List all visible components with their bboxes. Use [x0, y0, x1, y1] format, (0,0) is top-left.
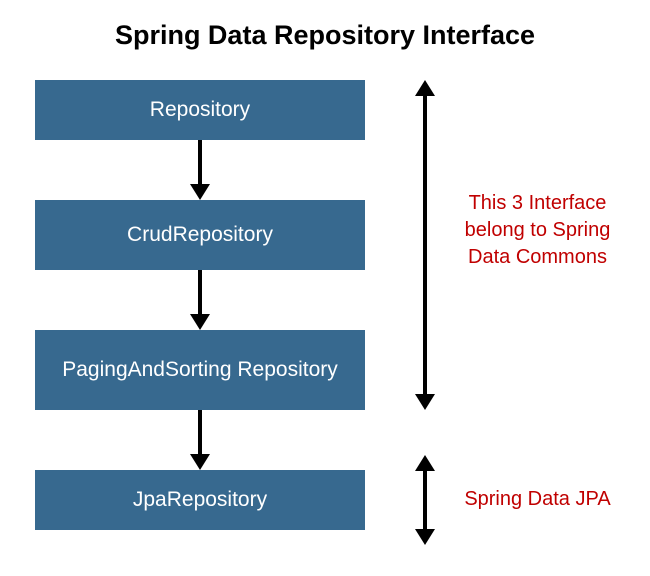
annotation-commons: This 3 Interface belong to Spring Data C… [450, 190, 625, 271]
arrow-down-icon [195, 270, 205, 330]
box-repository: Repository [35, 80, 365, 140]
box-jpa-repository: JpaRepository [35, 470, 365, 530]
box-crud-repository: CrudRepository [35, 200, 365, 270]
range-arrow-jpa-icon [415, 455, 435, 545]
range-arrow-commons-icon [415, 80, 435, 410]
diagram-canvas: Repository CrudRepository PagingAndSorti… [30, 70, 630, 560]
annotation-jpa: Spring Data JPA [450, 486, 625, 513]
arrow-down-icon [195, 410, 205, 470]
box-paging-sorting-repository: PagingAndSorting Repository [35, 330, 365, 410]
diagram-title: Spring Data Repository Interface [0, 0, 650, 51]
arrow-down-icon [195, 140, 205, 200]
